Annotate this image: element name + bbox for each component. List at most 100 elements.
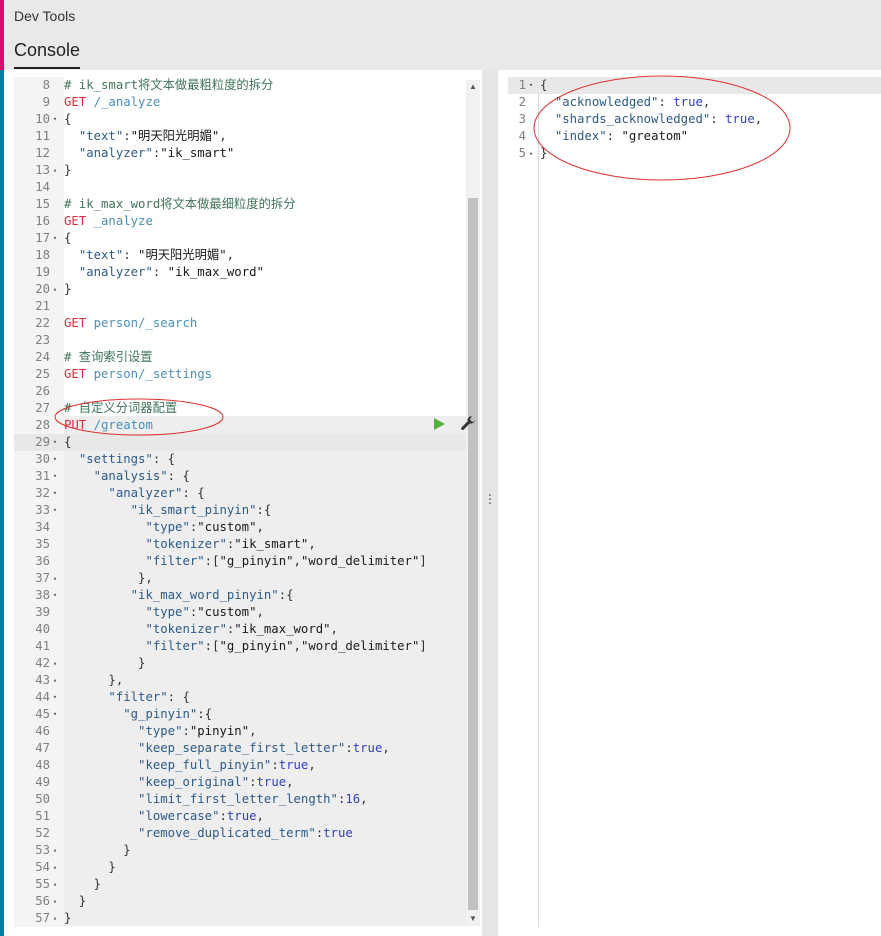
scroll-down-arrow-icon[interactable]: ▼	[466, 912, 480, 926]
code-line[interactable]: 38 ▾ "ik_max_word_pinyin":{	[14, 587, 466, 604]
fold-arrow-icon[interactable]: ▾	[50, 485, 60, 502]
code-line[interactable]: 9 GET /_analyze	[14, 94, 466, 111]
code-text: GET _analyze	[60, 213, 153, 230]
code-line[interactable]: 5 ▴}	[508, 145, 881, 162]
request-scrollbar-thumb[interactable]	[468, 198, 478, 910]
fold-arrow-icon[interactable]: ▾	[526, 77, 536, 94]
request-editor[interactable]: 8 # ik_smart将文本做最粗粒度的拆分 9 GET /_analyze 10 ▾{…	[14, 77, 466, 927]
code-text: "tokenizer":"ik_max_word",	[60, 621, 338, 638]
code-line[interactable]: 49 "keep_original":true,	[14, 774, 466, 791]
code-line[interactable]: 57 ▴}	[14, 910, 466, 927]
code-line[interactable]: 51 "lowercase":true,	[14, 808, 466, 825]
code-line[interactable]: 16 GET _analyze	[14, 213, 466, 230]
code-token: true	[323, 826, 353, 840]
code-line[interactable]: 11 "text":"明天阳光明媚",	[14, 128, 466, 145]
code-line[interactable]: 26	[14, 383, 466, 400]
code-token: "g_pinyin"	[219, 639, 294, 653]
code-line[interactable]: 43 ▴ },	[14, 672, 466, 689]
code-line[interactable]: 34 "type":"custom",	[14, 519, 466, 536]
code-line[interactable]: 24 # 查询索引设置	[14, 349, 466, 366]
code-token: :	[345, 741, 353, 755]
code-line[interactable]: 21	[14, 298, 466, 315]
line-number: 49	[35, 775, 50, 789]
play-icon[interactable]	[434, 418, 445, 430]
code-text: "lowercase":true,	[60, 808, 264, 825]
fold-arrow-icon[interactable]: ▾	[50, 502, 60, 519]
code-text: "text":"明天阳光明媚",	[60, 128, 227, 145]
code-line[interactable]: 20 ▴}	[14, 281, 466, 298]
code-line[interactable]: 13 ▴}	[14, 162, 466, 179]
code-line[interactable]: 10 ▾ {	[14, 111, 466, 128]
code-line[interactable]: 37 ▴ },	[14, 570, 466, 587]
fold-arrow-icon[interactable]: ▴	[50, 893, 60, 910]
tab-console[interactable]: Console	[14, 40, 81, 69]
code-line[interactable]: 4 "index": "greatom"	[508, 128, 881, 145]
fold-arrow-icon[interactable]: ▴	[50, 859, 60, 876]
fold-arrow-icon[interactable]: ▴	[526, 145, 536, 162]
code-line[interactable]: 45 ▾ "g_pinyin":{	[14, 706, 466, 723]
fold-arrow-icon[interactable]: ▾	[50, 587, 60, 604]
code-line[interactable]: 22 GET person/_search	[14, 315, 466, 332]
code-line[interactable]: 28 PUT /greatom	[14, 417, 466, 434]
code-line[interactable]: 19 "analyzer": "ik_max_word"	[14, 264, 466, 281]
code-line[interactable]: 55 ▴ }	[14, 876, 466, 893]
fold-arrow-icon[interactable]: ▴	[50, 910, 60, 927]
fold-arrow-icon[interactable]: ▾	[50, 111, 60, 128]
code-line[interactable]: 31 ▾ "analysis": {	[14, 468, 466, 485]
code-text: }	[60, 162, 71, 179]
code-line[interactable]: 27 # 自定义分词器配置	[14, 400, 466, 417]
code-line[interactable]: 23	[14, 332, 466, 349]
scroll-up-arrow-icon[interactable]: ▲	[466, 80, 480, 94]
code-line[interactable]: 46 "type":"pinyin",	[14, 723, 466, 740]
fold-arrow-icon[interactable]: ▴	[50, 672, 60, 689]
fold-arrow-icon[interactable]: ▾	[50, 434, 60, 451]
splitter-handle-icon[interactable]: · · ·	[482, 490, 498, 511]
code-line[interactable]: 15 # ik_max_word将文本做最细粒度的拆分	[14, 196, 466, 213]
code-line[interactable]: 1 ▾ {	[508, 77, 881, 94]
code-line[interactable]: 17 ▾ {	[14, 230, 466, 247]
fold-arrow-icon[interactable]: ▴	[50, 281, 60, 298]
code-line[interactable]: 32 ▾ "analyzer": {	[14, 485, 466, 502]
code-line[interactable]: 47 "keep_separate_first_letter":true,	[14, 740, 466, 757]
code-line[interactable]: 29 ▾ {	[14, 434, 466, 451]
fold-arrow-icon[interactable]: ▾	[50, 468, 60, 485]
code-line[interactable]: 25 GET person/_settings	[14, 366, 466, 383]
wrench-icon[interactable]	[459, 415, 477, 433]
code-text: }	[60, 876, 101, 893]
code-line[interactable]: 53 ▴ }	[14, 842, 466, 859]
fold-arrow-icon[interactable]: ▴	[50, 162, 60, 179]
pane-splitter[interactable]: · · ·	[482, 70, 498, 936]
code-line[interactable]: 48 "keep_full_pinyin":true,	[14, 757, 466, 774]
code-line[interactable]: 56 ▴ }	[14, 893, 466, 910]
line-number: 43	[35, 673, 50, 687]
fold-arrow-icon[interactable]: ▾	[50, 451, 60, 468]
code-line[interactable]: 40 "tokenizer":"ik_max_word",	[14, 621, 466, 638]
fold-arrow-icon[interactable]: ▴	[50, 570, 60, 587]
code-line[interactable]: 2 "acknowledged": true,	[508, 94, 881, 111]
code-line[interactable]: 39 "type":"custom",	[14, 604, 466, 621]
code-line[interactable]: 42 ▴ }	[14, 655, 466, 672]
code-line[interactable]: 18 "text": "明天阳光明媚",	[14, 247, 466, 264]
fold-arrow-icon[interactable]: ▾	[50, 706, 60, 723]
code-line[interactable]: 54 ▴ }	[14, 859, 466, 876]
code-line[interactable]: 36 "filter":["g_pinyin","word_delimiter"…	[14, 553, 466, 570]
code-line[interactable]: 52 "remove_duplicated_term":true	[14, 825, 466, 842]
code-line[interactable]: 30 ▾ "settings": {	[14, 451, 466, 468]
fold-arrow-icon[interactable]: ▴	[50, 842, 60, 859]
code-line[interactable]: 35 "tokenizer":"ik_smart",	[14, 536, 466, 553]
code-line[interactable]: 3 "shards_acknowledged": true,	[508, 111, 881, 128]
fold-arrow-icon[interactable]: ▴	[50, 876, 60, 893]
code-line[interactable]: 12 "analyzer":"ik_smart"	[14, 145, 466, 162]
code-line[interactable]: 8 # ik_smart将文本做最粗粒度的拆分	[14, 77, 466, 94]
fold-arrow-icon[interactable]: ▾	[50, 230, 60, 247]
code-line[interactable]: 33 ▾ "ik_smart_pinyin":{	[14, 502, 466, 519]
code-line[interactable]: 50 "limit_first_letter_length":16,	[14, 791, 466, 808]
fold-arrow-icon[interactable]: ▾	[50, 689, 60, 706]
fold-arrow-icon[interactable]: ▴	[50, 655, 60, 672]
code-line[interactable]: 14	[14, 179, 466, 196]
code-line[interactable]: 41 "filter":["g_pinyin","word_delimiter"…	[14, 638, 466, 655]
code-line[interactable]: 44 ▾ "filter": {	[14, 689, 466, 706]
